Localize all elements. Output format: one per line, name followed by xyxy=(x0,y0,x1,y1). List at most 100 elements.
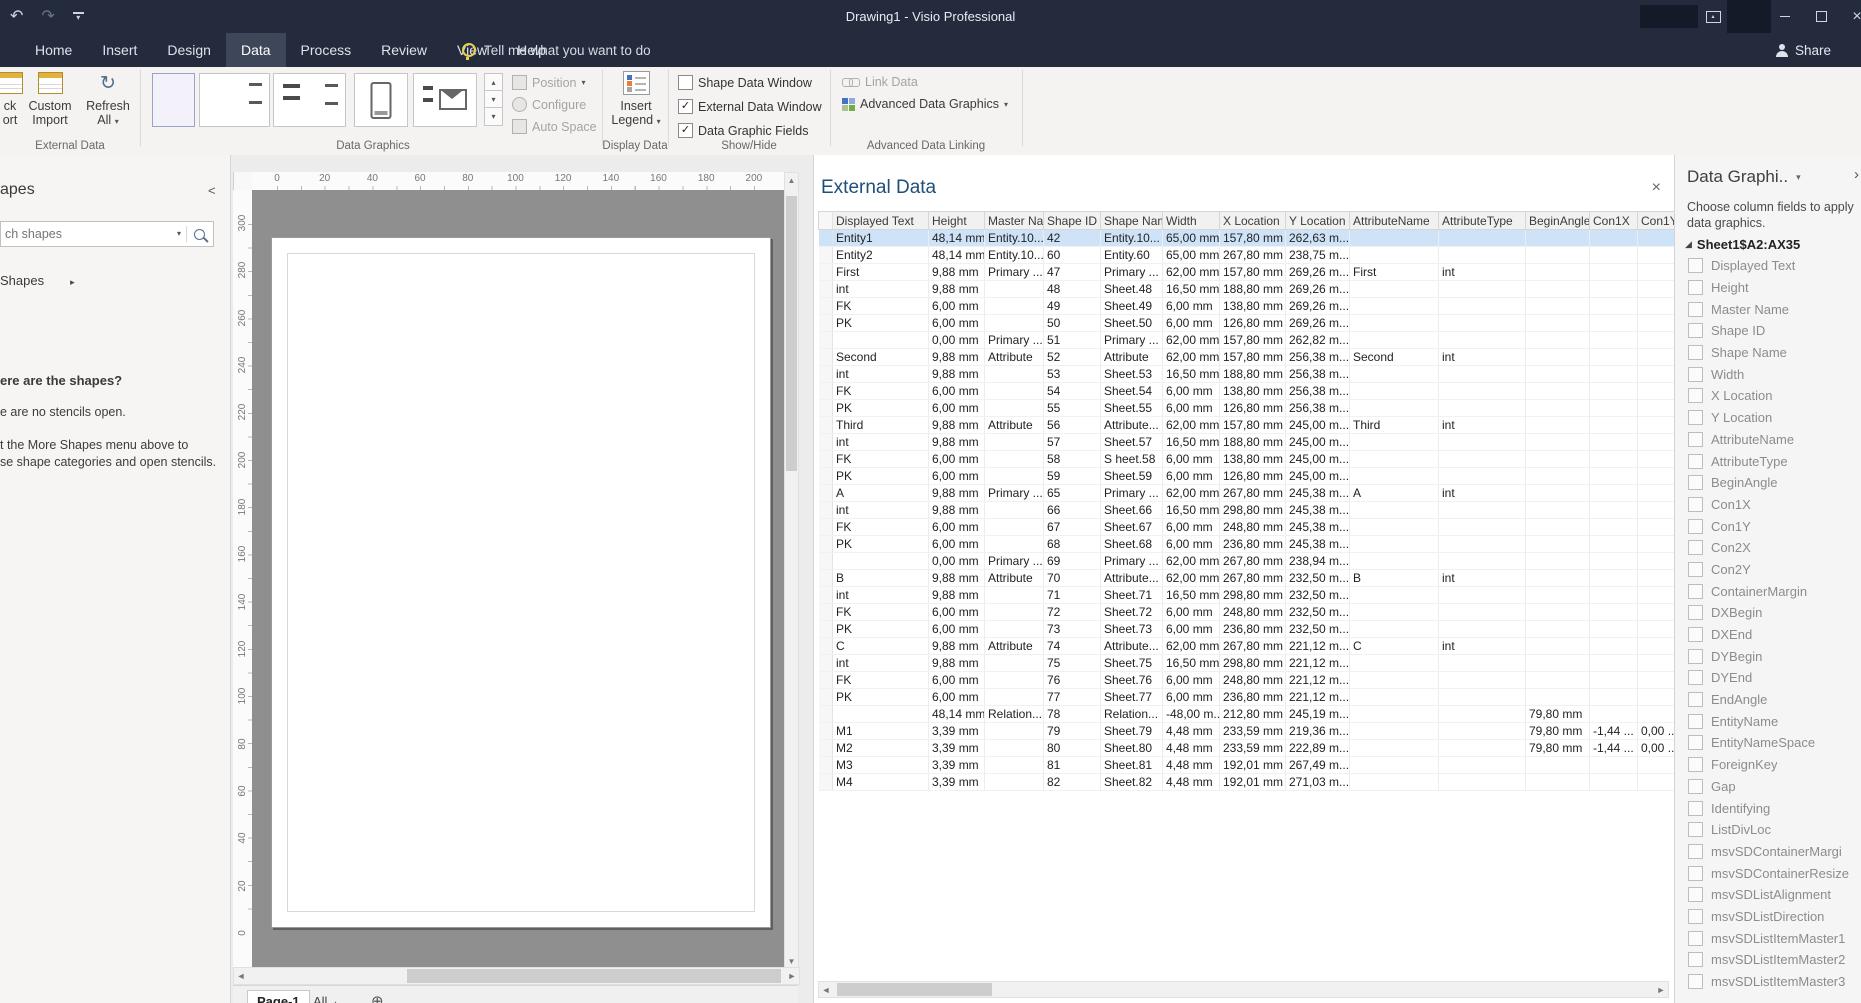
row-selector[interactable] xyxy=(818,399,833,417)
field-item[interactable]: DXEnd xyxy=(1675,624,1861,646)
row-selector[interactable] xyxy=(818,569,833,587)
search-shapes-input[interactable] xyxy=(1,222,172,246)
scroll-left-icon[interactable]: ◄ xyxy=(234,968,248,984)
table-row[interactable]: M2 3,39 mm 80 Sheet.80 4,48 mm 233,59 mm… xyxy=(818,739,1674,757)
table-row[interactable]: FK 6,00 mm 67 Sheet.67 6,00 mm 248,80 mm… xyxy=(818,518,1674,536)
field-item[interactable]: Master Name xyxy=(1675,298,1861,320)
field-checkbox[interactable] xyxy=(1688,431,1703,447)
auto-space-button[interactable]: Auto Space xyxy=(512,119,597,134)
row-selector[interactable] xyxy=(818,450,833,468)
field-checkbox[interactable] xyxy=(1688,475,1703,491)
ribbon-tab[interactable]: Data xyxy=(225,33,286,67)
drawing-canvas[interactable] xyxy=(252,190,784,967)
minimize-button[interactable] xyxy=(1772,0,1798,33)
table-row[interactable]: M4 3,39 mm 82 Sheet.82 4,48 mm 192,01 mm… xyxy=(818,773,1674,791)
show-hide-checkbox-row[interactable]: External Data Window xyxy=(678,99,822,114)
field-checkbox[interactable] xyxy=(1688,388,1703,404)
ribbon-tab[interactable]: Home xyxy=(20,33,87,67)
row-selector[interactable] xyxy=(818,756,833,774)
field-item[interactable]: EntityNameSpace xyxy=(1675,732,1861,754)
field-checkbox[interactable] xyxy=(1688,822,1703,838)
scroll-up-icon[interactable]: ▲ xyxy=(785,173,798,187)
custom-import-button[interactable]: Custom Import xyxy=(22,69,78,127)
field-item[interactable]: ContainerMargin xyxy=(1675,580,1861,602)
advanced-data-graphics-button[interactable]: Advanced Data Graphics ▾ xyxy=(842,97,1008,111)
column-header[interactable]: AttributeName xyxy=(1349,211,1439,230)
table-row[interactable]: Entity2 48,14 mm Entity.10... 60 Entity.… xyxy=(818,246,1674,264)
row-selector[interactable] xyxy=(818,637,833,655)
field-checkbox[interactable] xyxy=(1688,561,1703,577)
row-selector[interactable] xyxy=(818,433,833,451)
data-graphic-preview[interactable] xyxy=(413,73,477,127)
row-selector[interactable] xyxy=(818,297,833,315)
chevron-down-icon[interactable]: ▾ xyxy=(172,226,187,242)
field-checkbox[interactable] xyxy=(1688,692,1703,708)
field-item[interactable]: DXBegin xyxy=(1675,602,1861,624)
search-shapes-box[interactable]: ▾ xyxy=(0,221,214,247)
field-checkbox[interactable] xyxy=(1688,974,1703,990)
scrollbar-thumb[interactable] xyxy=(407,969,781,983)
gallery-more-button[interactable]: ▾ xyxy=(484,107,503,126)
field-item[interactable]: Con2Y xyxy=(1675,559,1861,581)
configure-button[interactable]: Configure xyxy=(512,97,586,112)
column-header[interactable]: BeginAngle xyxy=(1525,211,1590,230)
table-row[interactable]: PK 6,00 mm 59 Sheet.59 6,00 mm 126,80 mm… xyxy=(818,467,1674,485)
tell-me-box[interactable]: Tell me what you want to do xyxy=(462,33,651,67)
row-selector[interactable] xyxy=(818,535,833,553)
chevron-right-icon[interactable]: › xyxy=(1854,166,1859,183)
row-selector[interactable] xyxy=(818,365,833,383)
row-selector[interactable] xyxy=(818,688,833,706)
row-selector[interactable] xyxy=(818,552,833,570)
column-header[interactable]: Width xyxy=(1162,211,1220,230)
row-selector[interactable] xyxy=(818,722,833,740)
field-item[interactable]: Identifying xyxy=(1675,797,1861,819)
ribbon-tab[interactable]: Review xyxy=(366,33,442,67)
field-item[interactable]: Displayed Text xyxy=(1675,255,1861,277)
field-checkbox[interactable] xyxy=(1688,800,1703,816)
field-checkbox[interactable] xyxy=(1688,670,1703,686)
all-pages-button[interactable]: All▲ xyxy=(313,994,339,1003)
table-row[interactable]: int 9,88 mm 71 Sheet.71 16,50 mm 298,80 … xyxy=(818,586,1674,604)
collapse-panel-icon[interactable]: < xyxy=(208,183,216,198)
column-header[interactable]: Shape ID xyxy=(1043,211,1101,230)
table-row[interactable]: FK 6,00 mm 58 S heet.58 6,00 mm 138,80 m… xyxy=(818,450,1674,468)
row-selector[interactable] xyxy=(818,654,833,672)
field-item[interactable]: msvSDListItemMaster2 xyxy=(1675,949,1861,971)
column-header[interactable]: Shape Nam xyxy=(1100,211,1163,230)
scrollbar-thumb[interactable] xyxy=(786,196,797,471)
field-checkbox[interactable] xyxy=(1688,648,1703,664)
field-checkbox[interactable] xyxy=(1688,713,1703,729)
canvas-vertical-scrollbar[interactable]: ▲ ▼ xyxy=(784,172,799,969)
field-item[interactable]: AttributeName xyxy=(1675,429,1861,451)
table-row[interactable]: 0,00 mm Primary ... 51 Primary ... 62,00… xyxy=(818,331,1674,349)
field-item[interactable]: DYEnd xyxy=(1675,667,1861,689)
table-row[interactable]: PK 6,00 mm 55 Sheet.55 6,00 mm 126,80 mm… xyxy=(818,399,1674,417)
row-selector[interactable] xyxy=(818,314,833,332)
field-checkbox[interactable] xyxy=(1688,496,1703,512)
row-selector[interactable] xyxy=(818,246,833,264)
field-item[interactable]: X Location xyxy=(1675,385,1861,407)
add-page-icon[interactable]: ⊕ xyxy=(371,992,384,1003)
maximize-button[interactable] xyxy=(1808,0,1834,33)
ribbon-tab[interactable]: Insert xyxy=(87,33,152,67)
field-checkbox[interactable] xyxy=(1688,735,1703,751)
row-selector[interactable] xyxy=(818,484,833,502)
link-data-button[interactable]: Link Data xyxy=(842,75,918,89)
table-row[interactable]: M1 3,39 mm 79 Sheet.79 4,48 mm 233,59 mm… xyxy=(818,722,1674,740)
table-row[interactable]: FK 6,00 mm 72 Sheet.72 6,00 mm 248,80 mm… xyxy=(818,603,1674,621)
table-row[interactable]: 48,14 mm Relation... 78 Relation... -48,… xyxy=(818,705,1674,723)
show-hide-checkbox-row[interactable]: Shape Data Window xyxy=(678,75,822,90)
field-item[interactable]: ForeignKey xyxy=(1675,754,1861,776)
field-checkbox[interactable] xyxy=(1688,280,1703,296)
table-row[interactable]: int 9,88 mm 75 Sheet.75 16,50 mm 298,80 … xyxy=(818,654,1674,672)
table-row[interactable]: FK 6,00 mm 54 Sheet.54 6,00 mm 138,80 mm… xyxy=(818,382,1674,400)
field-checkbox[interactable] xyxy=(1688,605,1703,621)
column-header[interactable]: Con1X xyxy=(1589,211,1638,230)
canvas-horizontal-scrollbar[interactable]: ◄ ► xyxy=(233,967,800,985)
row-selector[interactable] xyxy=(818,280,833,298)
field-checkbox[interactable] xyxy=(1688,366,1703,382)
field-checkbox[interactable] xyxy=(1688,865,1703,881)
table-row[interactable]: PK 6,00 mm 68 Sheet.68 6,00 mm 236,80 mm… xyxy=(818,535,1674,553)
column-header[interactable]: Height xyxy=(928,211,985,230)
field-checkbox[interactable] xyxy=(1688,843,1703,859)
